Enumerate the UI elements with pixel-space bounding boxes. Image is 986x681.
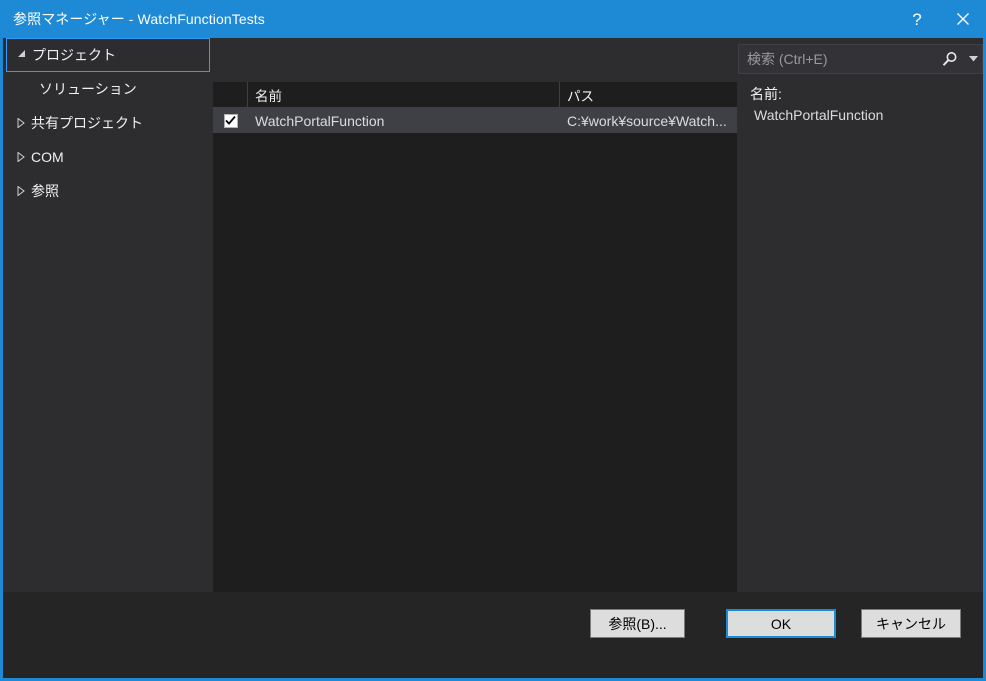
question-mark-icon: ? xyxy=(912,9,922,29)
column-header-name[interactable]: 名前 xyxy=(248,82,560,107)
reference-manager-dialog: 参照マネージャー - WatchFunctionTests ? プロジェクト ソ… xyxy=(0,0,986,681)
column-header-path[interactable]: パス xyxy=(560,82,737,107)
details-pane: 名前: WatchPortalFunction xyxy=(744,82,983,586)
details-name-label: 名前: xyxy=(750,86,782,102)
expander-collapsed-icon[interactable] xyxy=(11,186,31,196)
sidebar-item-com[interactable]: COM xyxy=(3,140,213,174)
sidebar-item-label: COM xyxy=(31,149,64,165)
close-button[interactable] xyxy=(940,0,986,38)
list-header-row: 名前 パス xyxy=(213,82,737,108)
sidebar-item-label: ソリューション xyxy=(39,81,137,97)
expander-collapsed-icon[interactable] xyxy=(11,152,31,162)
title-bar: 参照マネージャー - WatchFunctionTests ? xyxy=(0,0,986,38)
expander-expanded-icon[interactable] xyxy=(12,50,32,60)
row-checkbox-cell[interactable] xyxy=(213,108,248,133)
close-icon xyxy=(956,12,970,26)
sidebar-item-references[interactable]: 参照 xyxy=(3,174,213,208)
reference-list: 名前 パス WatchPortalFunction C:¥work¥source… xyxy=(213,82,737,628)
row-name-cell: WatchPortalFunction xyxy=(255,112,385,129)
chevron-down-icon[interactable] xyxy=(964,45,982,73)
sidebar-item-label: プロジェクト xyxy=(32,47,116,63)
column-header-check[interactable] xyxy=(213,82,248,107)
dialog-footer: 参照(B)... OK キャンセル xyxy=(3,592,983,678)
sidebar-item-projects[interactable]: プロジェクト xyxy=(6,38,210,72)
search-box[interactable] xyxy=(738,44,983,74)
sidebar-item-label: 参照 xyxy=(31,183,59,199)
help-button[interactable]: ? xyxy=(894,0,940,38)
search-input[interactable] xyxy=(739,51,934,67)
sidebar-item-solution[interactable]: ソリューション xyxy=(3,72,213,106)
browse-button[interactable]: 参照(B)... xyxy=(590,609,685,638)
search-icon[interactable] xyxy=(934,45,964,73)
row-path-cell: C:¥work¥source¥Watch... xyxy=(567,112,727,129)
details-name-value: WatchPortalFunction xyxy=(754,107,884,123)
sidebar-item-label: 共有プロジェクト xyxy=(31,115,143,131)
ok-button[interactable]: OK xyxy=(726,609,836,638)
sidebar-item-shared-projects[interactable]: 共有プロジェクト xyxy=(3,106,213,140)
expander-collapsed-icon[interactable] xyxy=(11,118,31,128)
checkbox-checked[interactable] xyxy=(223,113,238,128)
window-title: 参照マネージャー - WatchFunctionTests xyxy=(13,11,265,27)
category-tree: プロジェクト ソリューション 共有プロジェクト COM 参照 xyxy=(3,38,213,678)
cancel-button[interactable]: キャンセル xyxy=(861,609,961,638)
dialog-content: プロジェクト ソリューション 共有プロジェクト COM 参照 検索 (Ctrl+… xyxy=(3,38,983,678)
table-row[interactable]: WatchPortalFunction C:¥work¥source¥Watch… xyxy=(213,108,737,133)
